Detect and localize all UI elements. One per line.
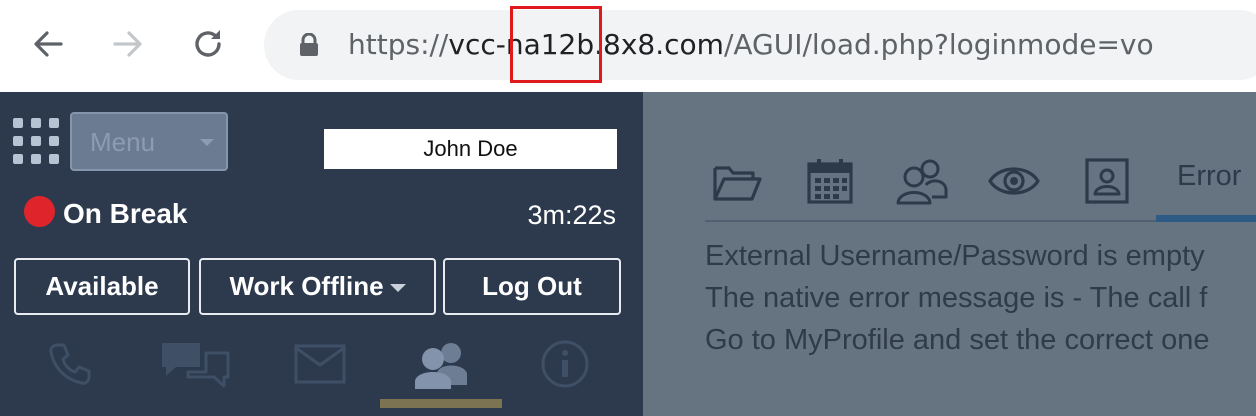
forward-arrow-icon: [113, 31, 142, 57]
tab-info[interactable]: [520, 330, 610, 398]
back-button[interactable]: [24, 20, 72, 68]
url-highlight-box: [510, 6, 602, 83]
tab-chat[interactable]: [150, 330, 240, 398]
profile-card-icon: [1085, 158, 1129, 204]
menu-dropdown[interactable]: Menu: [70, 112, 228, 171]
eye-tab[interactable]: [986, 156, 1042, 206]
lock-icon: [300, 33, 318, 56]
error-message-line-1: External Username/Password is empty: [705, 240, 1205, 272]
tab-email[interactable]: [275, 330, 365, 398]
menu-label: Menu: [90, 127, 156, 157]
tab-phone[interactable]: [25, 330, 115, 398]
forward-button[interactable]: [104, 20, 152, 68]
chat-icon: [162, 343, 230, 388]
reload-button[interactable]: [184, 20, 232, 68]
log-out-button[interactable]: Log Out: [443, 258, 621, 315]
status-indicator-icon: [24, 196, 55, 227]
error-message-line-2: The native error message is - The call f: [705, 282, 1208, 314]
chevron-down-icon: [389, 284, 406, 293]
phone-icon: [49, 343, 91, 385]
error-message-line-3: Go to MyProfile and set the correct one: [705, 324, 1210, 356]
users-tab[interactable]: [894, 156, 950, 206]
folder-tab[interactable]: [709, 156, 765, 206]
back-arrow-icon: [34, 31, 63, 57]
user-name: John Doe: [324, 129, 617, 169]
work-offline-button[interactable]: Work Offline: [199, 258, 436, 315]
browser-toolbar: https://vcc-na12b.8x8.com/AGUI/load.php?…: [0, 0, 1256, 92]
available-button[interactable]: Available: [14, 258, 190, 315]
status-label: On Break: [63, 198, 188, 229]
work-offline-label: Work Offline: [229, 271, 384, 301]
calendar-tab[interactable]: [802, 156, 858, 206]
main-content: Error External Username/Password is empt…: [643, 92, 1256, 416]
email-icon: [294, 344, 346, 384]
url-path: /AGUI/load.php?loginmode=vo: [723, 28, 1154, 61]
url-scheme: https://: [348, 28, 449, 61]
chevron-down-icon: [200, 139, 214, 146]
log-out-label: Log Out: [482, 271, 582, 301]
agent-panel: Menu John Doe On Break 3m:22s Available …: [0, 92, 643, 416]
tab-error[interactable]: Error: [1177, 160, 1241, 193]
profile-card-tab[interactable]: [1079, 156, 1135, 206]
tab-contacts[interactable]: [396, 330, 486, 398]
active-tab-indicator: [380, 399, 502, 408]
active-tab-indicator: [1156, 215, 1256, 222]
address-bar[interactable]: https://vcc-na12b.8x8.com/AGUI/load.php?…: [264, 10, 1256, 80]
apps-grid-icon[interactable]: [13, 118, 59, 164]
reload-icon: [195, 30, 221, 57]
calendar-icon: [807, 159, 853, 204]
url-text[interactable]: https://vcc-na12b.8x8.com/AGUI/load.php?…: [348, 25, 1154, 65]
folder-icon: [713, 166, 762, 201]
eye-icon: [988, 167, 1040, 195]
status-timer: 3m:22s: [527, 200, 616, 230]
users-icon: [896, 159, 948, 205]
contacts-icon: [415, 343, 467, 389]
available-label: Available: [45, 271, 159, 301]
info-icon: [541, 340, 589, 388]
